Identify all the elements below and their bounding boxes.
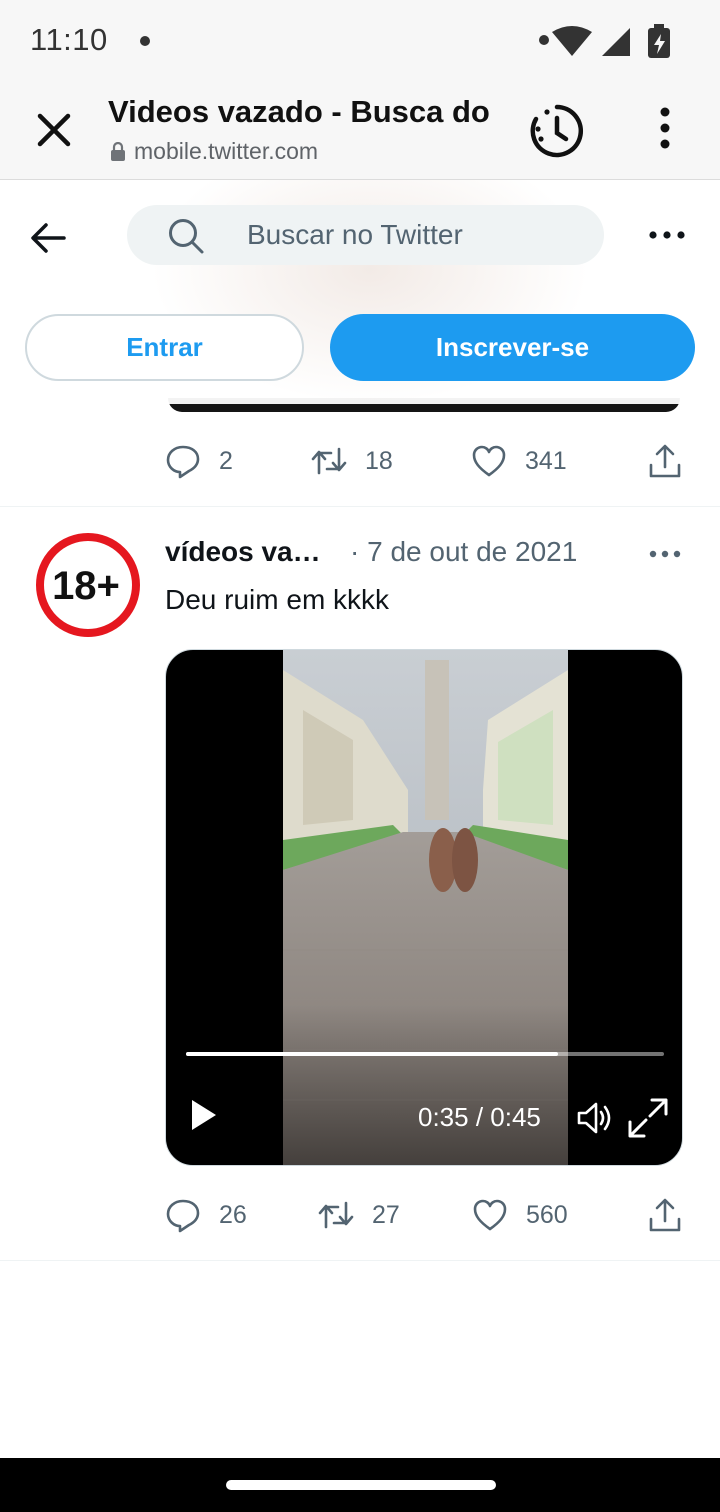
url-text: mobile.twitter.com bbox=[134, 138, 319, 164]
status-bar: 11:10 bbox=[0, 0, 720, 84]
more-icon[interactable] bbox=[646, 224, 688, 246]
play-icon[interactable] bbox=[188, 1098, 218, 1132]
retweet-count: 27 bbox=[372, 1200, 400, 1229]
home-handle[interactable] bbox=[226, 1480, 496, 1490]
battery-icon bbox=[648, 24, 670, 58]
like-button[interactable]: 341 bbox=[471, 441, 567, 481]
tweet-divider bbox=[0, 1260, 720, 1261]
fullscreen-icon[interactable] bbox=[626, 1096, 670, 1140]
retweet-count: 18 bbox=[365, 446, 393, 475]
reply-button[interactable]: 26 bbox=[165, 1195, 247, 1235]
tweet-divider bbox=[0, 506, 720, 507]
tweet-actions: 26 27 560 bbox=[165, 1195, 685, 1235]
like-icon bbox=[473, 1199, 507, 1231]
reply-icon bbox=[166, 445, 200, 479]
menu-icon[interactable] bbox=[650, 106, 680, 150]
navigation-bar bbox=[0, 1458, 720, 1512]
reply-button[interactable]: 2 bbox=[165, 441, 233, 481]
retweet-icon bbox=[311, 447, 347, 475]
lock-icon bbox=[111, 141, 125, 161]
avatar[interactable]: 18+ bbox=[36, 533, 140, 637]
video-time: 0:35 / 0:45 bbox=[418, 1102, 541, 1132]
twitter-header: Buscar no Twitter Entrar Inscrever-se bbox=[0, 180, 720, 404]
reply-count: 2 bbox=[219, 446, 233, 475]
reply-icon bbox=[166, 1199, 200, 1233]
video-controls-scrim bbox=[166, 1005, 682, 1165]
retweet-button[interactable]: 27 bbox=[318, 1195, 400, 1235]
close-icon[interactable] bbox=[30, 106, 78, 154]
status-time: 11:10 bbox=[30, 22, 108, 57]
share-button[interactable] bbox=[647, 441, 683, 481]
share-icon bbox=[649, 444, 681, 478]
video-progress-fill bbox=[186, 1052, 558, 1056]
signup-button[interactable]: Inscrever-se bbox=[330, 314, 695, 381]
signal-icon bbox=[602, 28, 630, 56]
tweet-date[interactable]: · 7 de out de 2021 bbox=[350, 536, 577, 568]
share-icon bbox=[649, 1198, 681, 1232]
page-url: mobile.twitter.com bbox=[110, 138, 318, 165]
tweet-text: Deu ruim em kkkk bbox=[165, 584, 390, 615]
login-button[interactable]: Entrar bbox=[25, 314, 304, 381]
video-progress-bar[interactable] bbox=[186, 1052, 664, 1056]
previous-tweet-actions: 2 18 341 bbox=[165, 441, 685, 481]
search-icon bbox=[169, 219, 204, 254]
dot-icon bbox=[539, 35, 549, 45]
like-button[interactable]: 560 bbox=[472, 1195, 568, 1235]
browser-toolbar: Videos vazado - Busca do mobile.twitter.… bbox=[0, 84, 720, 180]
history-icon[interactable] bbox=[528, 102, 586, 160]
avatar-label: 18+ bbox=[52, 564, 120, 608]
reply-count: 26 bbox=[219, 1200, 247, 1229]
like-count: 560 bbox=[526, 1200, 568, 1229]
status-icons bbox=[539, 24, 670, 58]
like-count: 341 bbox=[525, 446, 567, 475]
search-input[interactable]: Buscar no Twitter bbox=[127, 205, 604, 265]
tweet-more-icon[interactable] bbox=[648, 544, 682, 564]
notification-dot-icon bbox=[140, 36, 150, 46]
tweet-author-name[interactable]: vídeos va… bbox=[165, 536, 321, 568]
search-placeholder: Buscar no Twitter bbox=[247, 219, 463, 250]
like-icon bbox=[472, 445, 506, 477]
back-arrow-icon[interactable] bbox=[26, 216, 70, 260]
retweet-icon bbox=[318, 1201, 354, 1229]
wifi-icon bbox=[552, 26, 592, 56]
volume-icon[interactable] bbox=[576, 1100, 614, 1136]
page-title: Videos vazado - Busca do bbox=[108, 94, 490, 129]
share-button[interactable] bbox=[647, 1195, 683, 1235]
video-player[interactable]: 0:35 / 0:45 bbox=[165, 649, 683, 1166]
retweet-button[interactable]: 18 bbox=[311, 441, 393, 481]
